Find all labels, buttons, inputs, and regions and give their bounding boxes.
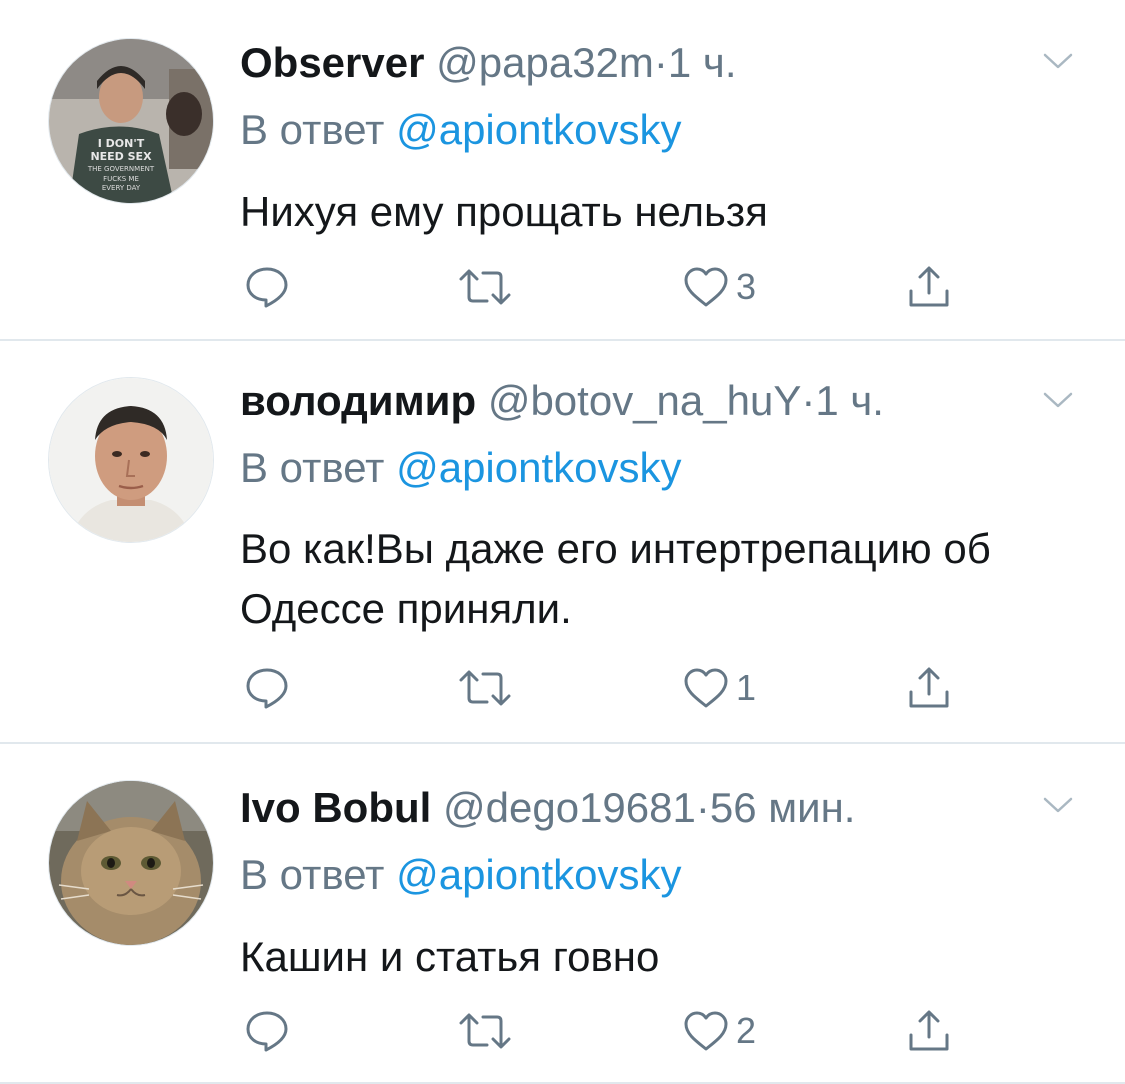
like-button[interactable]: 1 — [682, 663, 756, 713]
share-icon — [909, 266, 949, 307]
retweet-icon — [459, 1013, 511, 1049]
avatar-image: I DON'T NEED SEX THE GOVERNMENT FUCKS ME… — [49, 39, 213, 203]
reply-mention-link[interactable]: @apiontkovsky — [396, 106, 681, 153]
reply-context: В ответ @apiontkovsky — [240, 850, 682, 900]
chevron-down-icon[interactable] — [1043, 796, 1073, 814]
separator: · — [653, 39, 668, 86]
like-count: 1 — [736, 667, 757, 708]
user-handle[interactable]: @dego19681 — [443, 784, 696, 831]
svg-text:NEED SEX: NEED SEX — [90, 150, 152, 163]
like-button[interactable]: 3 — [682, 262, 756, 312]
avatar[interactable] — [48, 780, 214, 946]
share-icon — [909, 667, 949, 708]
tweet[interactable]: Ivo Bobul @dego19681·56 мин. В ответ @ap… — [0, 744, 1125, 1084]
avatar-image — [49, 378, 213, 542]
retweet-button[interactable] — [455, 1006, 515, 1056]
like-button[interactable]: 2 — [682, 1006, 756, 1056]
display-name[interactable]: володимир — [240, 377, 476, 424]
avatar[interactable]: I DON'T NEED SEX THE GOVERNMENT FUCKS ME… — [48, 38, 214, 204]
svg-text:FUCKS ME: FUCKS ME — [103, 175, 139, 183]
tweet-header: Observer @papa32m·1 ч. — [240, 38, 736, 88]
retweet-icon — [459, 670, 511, 706]
avatar-image — [49, 781, 213, 945]
tweet-header: Ivo Bobul @dego19681·56 мин. — [240, 783, 855, 833]
reply-context: В ответ @apiontkovsky — [240, 443, 682, 493]
retweet-button[interactable] — [455, 262, 515, 312]
reply-prefix: В ответ — [240, 444, 385, 491]
reply-icon — [246, 668, 288, 709]
tweet-text: Нихуя ему прощать нельзя — [240, 188, 768, 235]
tweet[interactable]: володимир @botov_na_huY·1 ч. В ответ @ap… — [0, 341, 1125, 744]
reply-button[interactable] — [244, 262, 290, 312]
separator: · — [801, 377, 816, 424]
tweet-actions: 2 — [240, 1006, 980, 1056]
reply-button[interactable] — [244, 1006, 290, 1056]
share-button[interactable] — [905, 663, 953, 713]
retweet-icon — [459, 269, 511, 305]
heart-icon — [684, 668, 728, 708]
tweet-actions: 1 — [240, 663, 980, 713]
tweet-text: Кашин и статья говно — [240, 933, 660, 980]
like-count: 2 — [736, 1010, 757, 1051]
reply-prefix: В ответ — [240, 851, 385, 898]
user-handle[interactable]: @papa32m — [436, 39, 654, 86]
like-count: 3 — [736, 266, 757, 307]
reply-icon — [246, 1011, 288, 1052]
chevron-down-icon[interactable] — [1043, 52, 1073, 70]
reply-mention-link[interactable]: @apiontkovsky — [396, 851, 681, 898]
tweet-header: володимир @botov_na_huY·1 ч. — [240, 376, 884, 426]
reply-prefix: В ответ — [240, 106, 385, 153]
svg-text:EVERY DAY: EVERY DAY — [102, 184, 141, 192]
separator: · — [695, 784, 710, 831]
user-handle[interactable]: @botov_na_huY — [488, 377, 802, 424]
timestamp[interactable]: 56 мин. — [710, 784, 856, 831]
reply-context: В ответ @apiontkovsky — [240, 105, 682, 155]
avatar[interactable] — [48, 377, 214, 543]
tweet-actions: 3 — [240, 262, 980, 312]
svg-text:THE GOVERNMENT: THE GOVERNMENT — [87, 165, 155, 173]
share-button[interactable] — [905, 1006, 953, 1056]
retweet-button[interactable] — [455, 663, 515, 713]
chevron-down-icon[interactable] — [1043, 391, 1073, 409]
reply-icon — [246, 267, 288, 308]
display-name[interactable]: Observer — [240, 39, 424, 86]
timestamp[interactable]: 1 ч. — [668, 39, 737, 86]
share-icon — [909, 1010, 949, 1051]
reply-button[interactable] — [244, 663, 290, 713]
heart-icon — [684, 267, 728, 307]
tweet-text: Во как!Вы даже его интертрепацию об Одес… — [240, 525, 991, 632]
heart-icon — [684, 1011, 728, 1051]
display-name[interactable]: Ivo Bobul — [240, 784, 431, 831]
share-button[interactable] — [905, 262, 953, 312]
tweet[interactable]: I DON'T NEED SEX THE GOVERNMENT FUCKS ME… — [0, 0, 1125, 341]
timestamp[interactable]: 1 ч. — [815, 377, 884, 424]
reply-mention-link[interactable]: @apiontkovsky — [396, 444, 681, 491]
tweet-feed: I DON'T NEED SEX THE GOVERNMENT FUCKS ME… — [0, 0, 1125, 1084]
svg-text:I DON'T: I DON'T — [98, 137, 145, 150]
